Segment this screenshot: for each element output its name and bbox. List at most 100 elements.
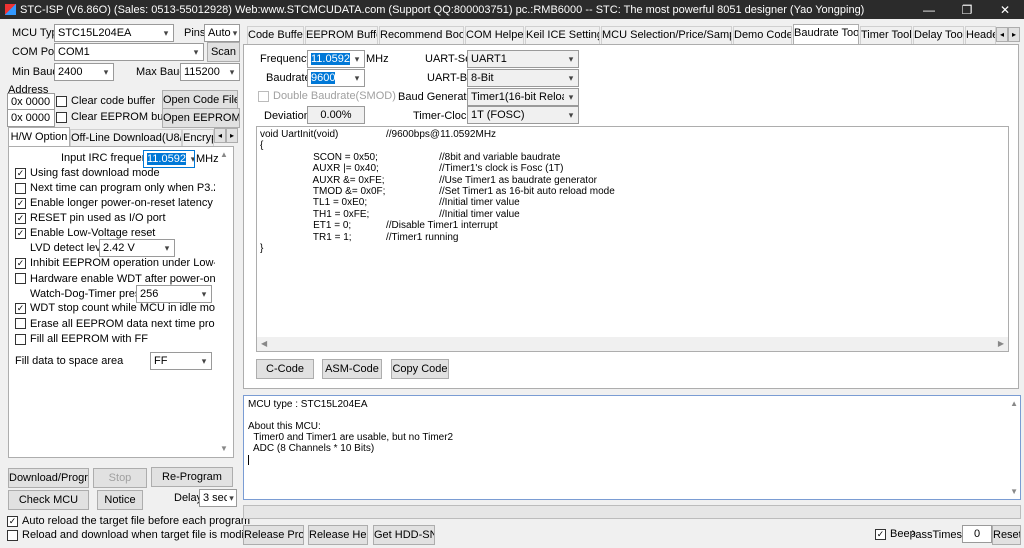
close-button[interactable]: ✕ <box>986 3 1024 17</box>
tab-eeprom-buffer[interactable]: EEPROM Buffer <box>305 26 378 45</box>
release-project-button[interactable]: Release Project <box>243 525 304 545</box>
code-comment: //Timer1's clock is Fosc (1T) <box>428 163 564 175</box>
option-checkbox[interactable]: ✓ Inhibit EEPROM operation under Low-Volt… <box>15 257 215 269</box>
tab-offline-download[interactable]: Off-Line Download(U8/U7) <box>70 129 182 147</box>
c-code-button[interactable]: C-Code <box>256 359 314 379</box>
horizontal-scrollbar[interactable]: ◀ ▶ <box>257 337 1008 351</box>
code-statement: ET1 = 0; <box>302 220 352 232</box>
beep-checkbox[interactable]: ✓ Beep <box>875 528 916 540</box>
irc-frequency-select[interactable]: 11.0592 ▾ <box>143 150 195 168</box>
clear-eeprom-checkbox[interactable]: Clear EEPROM buffer <box>56 111 179 123</box>
tab-hw-option[interactable]: H/W Option <box>8 127 70 147</box>
minimize-button[interactable]: — <box>910 3 948 17</box>
option-checkbox[interactable]: Fill all EEPROM with FF <box>15 333 215 345</box>
tab-demo-code[interactable]: Demo Code <box>733 26 792 45</box>
option-checkbox[interactable]: ✓ RESET pin used as I/O port <box>15 212 215 224</box>
lvd-select[interactable]: 2.42 V ▾ <box>99 239 175 257</box>
frequency-select[interactable]: 11.0592 ▾ <box>307 50 365 68</box>
option-checkbox[interactable]: Erase all EEPROM data next time program … <box>15 318 215 330</box>
tab-baudrate-tool[interactable]: Baudrate Tool <box>793 24 859 45</box>
option-checkbox[interactable]: ✓ Using fast download mode <box>15 167 215 179</box>
notice-button[interactable]: Notice <box>97 490 143 510</box>
tab-code-buffer[interactable]: Code Buffer <box>247 26 304 45</box>
option-checkbox[interactable]: Hardware enable WDT after power-on-reset <box>15 273 215 285</box>
max-baud-select[interactable]: 115200 ▾ <box>180 63 240 81</box>
checkmark-icon: ✓ <box>15 212 26 224</box>
reset-button[interactable]: Reset <box>992 525 1021 545</box>
code-output-area[interactable]: void UartInit(void) //9600bps@11.0592MHz {… <box>256 126 1009 352</box>
mcu-type-select[interactable]: STC15L204EA ▾ <box>54 24 174 42</box>
copy-code-button[interactable]: Copy Code <box>391 359 449 379</box>
code-statement: AUXR &= 0xFE; <box>302 174 385 186</box>
scroll-up-icon[interactable]: ▲ <box>220 150 228 159</box>
open-code-file-button[interactable]: Open Code File <box>162 90 238 110</box>
eeprom-address-input[interactable]: 0x 0000 <box>7 109 55 127</box>
pins-select[interactable]: Auto ▾ <box>204 24 240 42</box>
com-port-select[interactable]: COM1 ▾ <box>54 43 204 61</box>
delay-label: Delay <box>174 492 203 504</box>
tab-keil-ice-settings[interactable]: Keil ICE Settings <box>525 26 600 45</box>
uart-bit-select[interactable]: 8-Bit ▾ <box>467 69 579 87</box>
tab-recommend-book[interactable]: Recommend Book <box>379 26 464 45</box>
min-baud-select[interactable]: 2400 ▾ <box>54 63 114 81</box>
option-checkbox[interactable]: ✓ Enable longer power-on-reset latency <box>15 197 215 209</box>
code-statement: } <box>260 243 264 254</box>
scroll-up-icon[interactable]: ▲ <box>1010 399 1018 408</box>
tab-scroll-left-icon[interactable]: ◂ <box>214 128 226 143</box>
option-label: RESET pin used as I/O port <box>30 212 166 224</box>
auto-reload-checkbox[interactable]: ✓ Auto reload the target file before each… <box>7 515 250 527</box>
code-statement: TH1 = 0xFE; <box>302 208 370 220</box>
baudrate-select[interactable]: 9600 ▾ <box>307 69 365 87</box>
frequency-label: Frequency <box>260 53 312 65</box>
code-line: ET1 = 0; //Disable Timer1 interrupt <box>260 220 860 232</box>
tab-timer-tool[interactable]: Timer Tool <box>860 26 912 45</box>
output-log[interactable]: MCU type : STC15L204EA About this MCU: Ti… <box>243 395 1021 500</box>
release-help-button[interactable]: Release Help <box>308 525 368 545</box>
timer-clock-select[interactable]: 1T (FOSC) ▾ <box>467 106 579 124</box>
wdt-select[interactable]: 256 ▾ <box>136 285 212 303</box>
stop-button[interactable]: Stop <box>93 468 147 488</box>
tab-mcu-selection-price-samples[interactable]: MCU Selection/Price/Samples <box>601 26 732 45</box>
tab-scroll-right-icon[interactable]: ▸ <box>226 128 238 143</box>
code-comment: //Timer1 running <box>386 231 459 243</box>
scroll-left-icon[interactable]: ◀ <box>261 339 267 348</box>
tab-com-helper[interactable]: COM Helper <box>465 26 524 45</box>
option-checkbox[interactable]: ✓ Enable Low-Voltage reset <box>15 227 215 239</box>
tab-heade[interactable]: Heade <box>965 26 996 45</box>
tab-scroll-left-icon[interactable]: ◂ <box>996 27 1008 42</box>
option-checkbox[interactable]: Next time can program only when P3.2 & P… <box>15 182 215 194</box>
get-hdd-sn-button[interactable]: Get HDD-SN <box>373 525 435 545</box>
scroll-right-icon[interactable]: ▶ <box>998 339 1004 348</box>
clear-code-checkbox[interactable]: Clear code buffer <box>56 95 155 107</box>
double-baudrate-checkbox[interactable]: Double Baudrate(SMOD) <box>258 90 396 102</box>
fill-data-label: Fill data to space area <box>15 355 124 367</box>
uart-sel-select[interactable]: UART1 ▾ <box>467 50 579 68</box>
delay-select[interactable]: 3 sec ▾ <box>199 489 237 507</box>
asm-code-button[interactable]: ASM-Code <box>322 359 382 379</box>
code-comment: //Disable Timer1 interrupt <box>386 220 498 232</box>
maximize-button[interactable]: ❐ <box>948 3 986 17</box>
open-eeprom-file-button[interactable]: Open EEPROM File <box>162 108 240 128</box>
fill-data-select[interactable]: FF ▾ <box>150 352 212 370</box>
output-line: About this MCU: <box>248 421 321 432</box>
tab-scroll-right-icon[interactable]: ▸ <box>1008 27 1020 42</box>
baud-generator-label: Baud Generator <box>398 91 477 103</box>
pass-times-label: PassTimes <box>912 529 962 541</box>
tab-encrypt[interactable]: Encryp <box>182 129 214 147</box>
reload-download-checkbox[interactable]: Reload and download when target file is … <box>7 529 262 541</box>
code-comment: //Initial timer value <box>428 208 520 220</box>
re-program-button[interactable]: Re-Program <box>151 467 233 487</box>
code-line: { <box>260 140 860 152</box>
baud-generator-select[interactable]: Timer1(16-bit Reload)▾ <box>467 88 579 106</box>
code-line: TR1 = 1; //Timer1 running <box>260 232 860 244</box>
scroll-down-icon[interactable]: ▼ <box>1010 487 1018 496</box>
tab-delay-tool[interactable]: Delay Tool <box>913 26 964 45</box>
code-line: SCON = 0x50; //8bit and variable baudrat… <box>260 152 860 164</box>
code-comment: //Initial timer value <box>428 197 520 209</box>
option-checkbox[interactable]: ✓ WDT stop count while MCU in idle mode <box>15 302 215 314</box>
check-mcu-button[interactable]: Check MCU <box>8 490 89 510</box>
checkbox-icon <box>56 111 67 123</box>
scan-button[interactable]: Scan <box>207 42 240 62</box>
scroll-down-icon[interactable]: ▼ <box>220 444 228 453</box>
download-program-button[interactable]: Download/Program <box>8 468 89 488</box>
